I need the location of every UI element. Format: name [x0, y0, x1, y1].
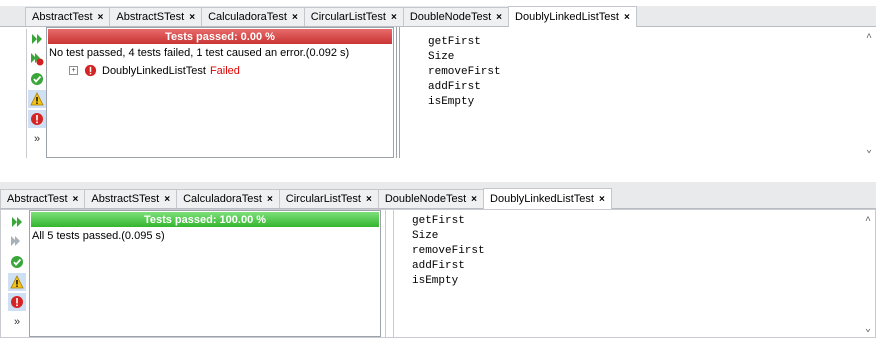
- test-results-window-failed: AbstractTest × AbstractSTest × Calculadora…: [0, 0, 876, 158]
- error-icon: [31, 113, 43, 125]
- more-options-button[interactable]: »: [8, 313, 26, 331]
- output-line: Size: [428, 51, 455, 63]
- close-icon[interactable]: ×: [73, 194, 79, 205]
- rerun-button[interactable]: [8, 213, 26, 231]
- expand-icon[interactable]: +: [69, 66, 78, 75]
- status-label: Failed: [209, 64, 240, 77]
- tab-doublenodetest[interactable]: DoubleNodeTest ×: [402, 7, 510, 26]
- tab-label: CalculadoraTest: [208, 11, 287, 23]
- close-icon[interactable]: ×: [496, 12, 502, 23]
- tab-doublylinkedlisttest[interactable]: DoublyLinkedListTest ×: [483, 188, 612, 209]
- scroll-down-icon[interactable]: ⌄: [866, 144, 872, 156]
- editor-tab-bar: AbstractTest × AbstractSTest × Calculadora…: [0, 182, 876, 209]
- scroll-up-icon[interactable]: ^: [866, 33, 872, 44]
- rerun-icon: [12, 217, 22, 227]
- output-line: getFirst: [412, 215, 465, 227]
- tab-abstracttest[interactable]: AbstractTest ×: [0, 189, 86, 208]
- progress-bar: Tests passed: 0.00 %: [48, 29, 392, 44]
- test-results-tree-panel: Tests passed: 0.00 % No test passed, 4 t…: [46, 27, 394, 158]
- test-output-panel: getFirst Size removeFirst addFirst isEmp…: [393, 210, 875, 337]
- test-summary: No test passed, 4 tests failed, 1 test c…: [49, 47, 350, 59]
- close-icon[interactable]: ×: [624, 12, 630, 23]
- output-line: removeFirst: [428, 66, 501, 78]
- tab-label: DoubleNodeTest: [409, 11, 492, 23]
- error-icon: [84, 64, 97, 77]
- tab-doublenodetest[interactable]: DoubleNodeTest ×: [377, 189, 485, 208]
- warning-icon: [10, 275, 24, 289]
- tab-label: CalculadoraTest: [183, 193, 262, 205]
- tab-calculadoratest[interactable]: CalculadoraTest ×: [201, 7, 305, 26]
- passed-check-icon: [11, 256, 23, 268]
- output-line: Size: [412, 230, 439, 242]
- close-icon[interactable]: ×: [471, 194, 477, 205]
- test-tree-node[interactable]: + DoublyLinkedListTest Failed: [69, 64, 240, 77]
- tab-doublylinkedlisttest[interactable]: DoublyLinkedListTest ×: [508, 6, 637, 27]
- tab-calculadoratest[interactable]: CalculadoraTest ×: [176, 189, 280, 208]
- tab-label: CircularListTest: [285, 193, 361, 205]
- tab-label: AbstractSTest: [116, 11, 185, 23]
- scroll-up-icon[interactable]: ^: [865, 216, 871, 227]
- tab-label: CircularListTest: [310, 11, 386, 23]
- rerun-failed-button[interactable]: [8, 233, 26, 251]
- rerun-failed-button[interactable]: [28, 50, 46, 68]
- show-warnings-button[interactable]: [8, 273, 26, 291]
- warning-icon: [30, 92, 44, 106]
- tab-label: AbstractSTest: [91, 193, 160, 205]
- more-options-button[interactable]: »: [28, 130, 46, 148]
- editor-tab-bar: AbstractTest × AbstractSTest × Calculadora…: [0, 6, 876, 27]
- error-icon: [11, 296, 23, 308]
- test-toolbar: »: [7, 212, 27, 337]
- show-passed-button[interactable]: [8, 253, 26, 271]
- test-summary: All 5 tests passed.(0.095 s): [32, 230, 165, 242]
- test-results-body: » Tests passed: 0.00 % No test passed, 4…: [0, 27, 876, 158]
- rerun-failed-icon: [31, 53, 44, 66]
- output-line: getFirst: [428, 36, 481, 48]
- tab-circularlisttest[interactable]: CircularListTest ×: [278, 189, 379, 208]
- rerun-icon: [32, 34, 42, 44]
- output-line: addFirst: [428, 81, 481, 93]
- close-icon[interactable]: ×: [164, 194, 170, 205]
- close-icon[interactable]: ×: [292, 12, 298, 23]
- tab-abstractstest[interactable]: AbstractSTest ×: [84, 189, 178, 208]
- test-output-panel: getFirst Size removeFirst addFirst isEmp…: [402, 27, 876, 158]
- test-class-name: DoublyLinkedListTest: [102, 64, 206, 77]
- show-errors-button[interactable]: [8, 293, 26, 311]
- tab-label: DoublyLinkedListTest: [490, 193, 594, 205]
- tab-label: AbstractTest: [7, 193, 68, 205]
- rerun-failed-icon: [11, 236, 20, 246]
- tab-label: DoubleNodeTest: [384, 193, 467, 205]
- close-icon[interactable]: ×: [366, 194, 372, 205]
- tab-label: AbstractTest: [32, 11, 93, 23]
- show-warnings-button[interactable]: [28, 90, 46, 108]
- tab-label: DoublyLinkedListTest: [515, 11, 619, 23]
- scroll-down-icon[interactable]: ⌄: [865, 323, 871, 335]
- tab-abstractstest[interactable]: AbstractSTest ×: [109, 7, 203, 26]
- progress-bar: Tests passed: 100.00 %: [31, 212, 379, 227]
- close-icon[interactable]: ×: [267, 194, 273, 205]
- output-line: isEmpty: [428, 96, 475, 108]
- close-icon[interactable]: ×: [189, 12, 195, 23]
- splitter[interactable]: [385, 210, 388, 337]
- passed-check-icon: [31, 73, 43, 85]
- show-passed-button[interactable]: [28, 70, 46, 88]
- show-errors-button[interactable]: [28, 110, 46, 128]
- close-icon[interactable]: ×: [98, 12, 104, 23]
- rerun-button[interactable]: [28, 30, 46, 48]
- output-line: addFirst: [412, 260, 465, 272]
- tab-abstracttest[interactable]: AbstractTest ×: [25, 7, 111, 26]
- output-line: isEmpty: [412, 275, 459, 287]
- splitter[interactable]: [396, 27, 400, 158]
- tab-circularlisttest[interactable]: CircularListTest ×: [303, 7, 404, 26]
- output-line: removeFirst: [412, 245, 485, 257]
- test-results-body: » Tests passed: 100.00 % All 5 tests pas…: [0, 209, 876, 338]
- test-results-window-passed: AbstractTest × AbstractSTest × Calculadora…: [0, 180, 876, 338]
- test-results-tree-panel: Tests passed: 100.00 % All 5 tests passe…: [29, 210, 381, 337]
- test-toolbar: »: [26, 29, 47, 158]
- close-icon[interactable]: ×: [599, 194, 605, 205]
- close-icon[interactable]: ×: [391, 12, 397, 23]
